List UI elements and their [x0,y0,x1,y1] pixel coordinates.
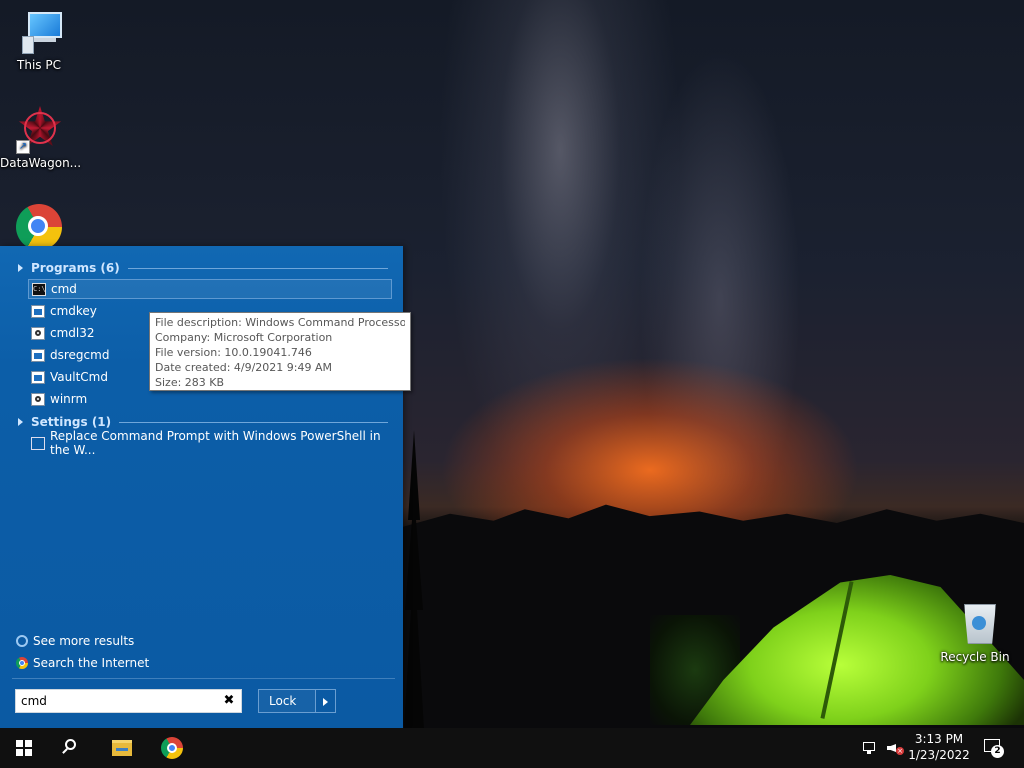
clear-search-button[interactable]: ✖ [222,693,236,709]
search-icon [65,739,76,750]
windows-logo-icon [16,740,32,756]
search-box[interactable]: ✖ [15,689,242,713]
result-label: winrm [50,392,88,406]
search-input[interactable] [21,693,211,709]
result-label: dsregcmd [50,348,110,362]
result-label: cmd [51,282,77,296]
datawagon-app-icon: ↗ [16,106,62,154]
settings-icon [31,436,45,450]
chrome-icon [16,204,62,250]
exe-icon [31,348,45,362]
group-title: Settings (1) [31,415,112,429]
link-label: See more results [33,634,135,648]
tooltip-created: Date created: 4/9/2021 9:49 AM [155,361,333,374]
result-item-winrm[interactable]: winrm [28,389,392,409]
winrm-icon [31,392,45,406]
expand-triangle-icon [18,264,23,272]
link-label: Search the Internet [33,656,150,670]
power-options-arrow-button[interactable] [316,689,336,713]
clock-date: 1/23/2022 [908,748,970,762]
recycle-bin-icon [952,600,998,646]
tooltip-description: File description: Windows Command Proces… [155,316,405,329]
tooltip-version: File version: 10.0.19041.746 [155,346,312,359]
result-label: cmdkey [50,304,97,318]
exe-icon [31,304,45,318]
cmdl32-icon [31,326,45,340]
desktop-icon-this-pc[interactable]: This PC [0,8,78,72]
chrome-icon [16,657,28,669]
clock[interactable]: 3:13 PM 1/23/2022 [900,731,978,763]
network-icon[interactable] [862,740,878,756]
result-label: Replace Command Prompt with Windows Powe… [50,429,381,457]
exe-icon [31,370,45,384]
tooltip-company: Company: Microsoft Corporation [155,331,333,344]
this-pc-icon [16,8,62,54]
cmd-icon: C:\. [32,282,46,296]
see-more-results-link[interactable]: See more results [16,632,134,650]
desktop-icon-recycle-bin[interactable]: Recycle Bin [936,600,1014,664]
shortcut-arrow-icon: ↗ [16,140,30,154]
tooltip-size: Size: 283 KB [155,376,225,389]
file-info-tooltip: File description: Windows Command Proces… [149,312,411,391]
desktop-icon-label: DataWagon... [0,156,82,170]
start-button[interactable] [0,728,48,768]
group-header-settings[interactable]: Settings (1) [18,414,388,430]
taskbar: × 3:13 PM 1/23/2022 2 [0,728,1024,768]
expand-triangle-icon [18,418,23,426]
lock-button[interactable]: Lock [258,689,316,713]
result-label: VaultCmd [50,370,108,384]
desktop-icon-label: This PC [17,58,61,72]
divider [119,421,388,423]
divider [127,267,388,269]
taskbar-search-button[interactable] [48,728,96,768]
group-title: Programs (6) [31,261,120,275]
group-header-programs[interactable]: Programs (6) [18,260,388,276]
clock-time: 3:13 PM [914,732,964,746]
taskbar-file-explorer[interactable] [98,728,146,768]
notification-count: 2 [991,745,1004,758]
result-label: cmdl32 [50,326,95,340]
result-item-setting-powershell[interactable]: Replace Command Prompt with Windows Powe… [28,429,392,457]
search-internet-link[interactable]: Search the Internet [16,654,149,672]
divider [12,678,395,679]
desktop-icon-label: Recycle Bin [940,650,1010,664]
chrome-icon [161,737,183,759]
desktop-icon-datawagon[interactable]: ↗ DataWagon... [0,106,82,170]
taskbar-chrome[interactable] [148,728,196,768]
magnifier-icon [16,635,28,647]
result-item-cmd[interactable]: C:\. cmd [28,279,392,299]
action-center-button[interactable]: 2 [982,736,1006,760]
folder-icon [112,740,132,756]
